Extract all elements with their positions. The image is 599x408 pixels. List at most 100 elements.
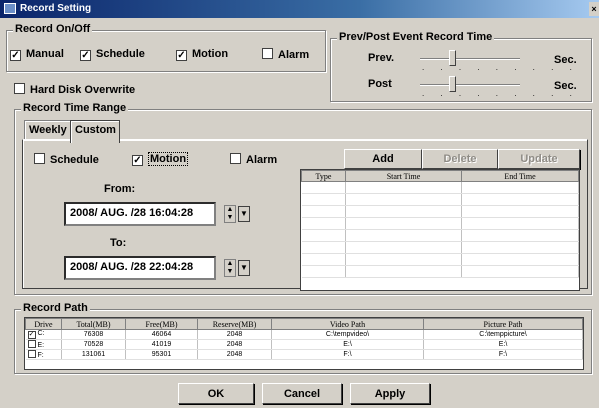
- record-time-range-legend: Record Time Range: [21, 102, 129, 114]
- time-range-table: Type Start Time End Time: [301, 170, 579, 278]
- prev-slider-track[interactable]: [420, 58, 520, 60]
- motion-checkbox[interactable]: ✓ Motion: [176, 48, 228, 61]
- ok-button[interactable]: OK: [178, 383, 254, 404]
- record-path-table: Drive Total(MB) Free(MB) Reserve(MB) Vid…: [25, 318, 583, 360]
- col-end-time[interactable]: End Time: [461, 170, 579, 182]
- cancel-button[interactable]: Cancel: [262, 383, 342, 404]
- col-reserve[interactable]: Reserve(MB): [197, 318, 272, 330]
- range-alarm-label: Alarm: [246, 154, 278, 166]
- drive-cell: F:: [37, 352, 44, 359]
- record-path-legend: Record Path: [21, 302, 90, 314]
- free-cell: 41019: [125, 339, 198, 350]
- range-motion-check-box[interactable]: ✓: [132, 155, 143, 166]
- table-row[interactable]: [301, 193, 579, 206]
- table-row[interactable]: [301, 205, 579, 218]
- range-alarm-checkbox[interactable]: Alarm: [230, 153, 277, 166]
- col-type[interactable]: Type: [301, 170, 346, 182]
- drive-c-check-box[interactable]: ✓: [27, 331, 36, 339]
- reserve-cell: 2048: [197, 329, 272, 340]
- total-cell: 70528: [61, 339, 126, 350]
- hard-disk-overwrite-label: Hard Disk Overwrite: [30, 84, 136, 96]
- to-spin-button[interactable]: ▲ ▼: [224, 259, 236, 277]
- free-cell: 95301: [125, 349, 198, 360]
- add-button[interactable]: Add: [344, 149, 422, 169]
- alarm-label: Alarm: [278, 49, 310, 61]
- col-start-time[interactable]: Start Time: [345, 170, 462, 182]
- apply-button[interactable]: Apply: [350, 383, 430, 404]
- table-row[interactable]: [301, 265, 579, 278]
- from-datetime-field[interactable]: 2008/ AUG. /28 16:04:28: [64, 202, 216, 226]
- range-schedule-label: Schedule: [50, 154, 99, 166]
- prev-unit: Sec.: [554, 54, 577, 66]
- col-free[interactable]: Free(MB): [125, 318, 198, 330]
- schedule-check-box[interactable]: ✓: [80, 50, 91, 61]
- table-row[interactable]: [301, 241, 579, 254]
- tab-custom[interactable]: Custom: [70, 120, 120, 143]
- picture-path-cell: F:\: [423, 349, 583, 360]
- from-dropdown-button[interactable]: ▼: [238, 206, 250, 222]
- reserve-cell: 2048: [197, 339, 272, 350]
- from-label: From:: [104, 183, 136, 195]
- drive-f-check-box[interactable]: [27, 350, 36, 358]
- time-range-header-row: Type Start Time End Time: [301, 170, 579, 182]
- table-row[interactable]: ✓ C: 76308 46064 2048 C:\tempvideo\ C:\te…: [25, 329, 583, 340]
- update-button[interactable]: Update: [498, 149, 580, 169]
- post-slider-track[interactable]: [420, 84, 520, 86]
- total-cell: 76308: [61, 329, 126, 340]
- motion-check-box[interactable]: ✓: [176, 50, 187, 61]
- free-cell: 46064: [125, 329, 198, 340]
- drive-e-check-box[interactable]: [27, 340, 36, 348]
- range-schedule-check-box[interactable]: [34, 153, 45, 164]
- table-row[interactable]: [301, 217, 579, 230]
- table-row[interactable]: [301, 181, 579, 194]
- range-motion-label: Motion: [148, 152, 189, 166]
- title-bar: Record Setting ×: [0, 0, 599, 18]
- col-drive[interactable]: Drive: [25, 318, 62, 330]
- picture-path-cell: C:\temppicture\: [423, 329, 583, 340]
- schedule-checkbox[interactable]: ✓ Schedule: [80, 48, 145, 61]
- to-label: To:: [110, 237, 127, 249]
- delete-button[interactable]: Delete: [422, 149, 498, 169]
- col-picture-path[interactable]: Picture Path: [423, 318, 583, 330]
- app-icon: [4, 3, 16, 14]
- hard-disk-overwrite-check-box[interactable]: [14, 83, 25, 94]
- prev-label: Prev.: [368, 52, 395, 64]
- drive-cell: E:: [37, 342, 45, 349]
- col-video-path[interactable]: Video Path: [271, 318, 424, 330]
- record-onoff-legend: Record On/Off: [13, 23, 93, 35]
- alarm-check-box[interactable]: [262, 48, 273, 59]
- picture-path-cell: E:\: [423, 339, 583, 350]
- to-datetime-field[interactable]: 2008/ AUG. /28 22:04:28: [64, 256, 216, 280]
- table-row[interactable]: E: 70528 41019 2048 E:\ E:\: [25, 339, 583, 350]
- prev-post-legend: Prev/Post Event Record Time: [337, 31, 495, 43]
- range-motion-checkbox[interactable]: ✓ Motion: [132, 152, 189, 166]
- motion-label: Motion: [192, 48, 229, 60]
- to-dropdown-button[interactable]: ▼: [238, 260, 250, 276]
- video-path-cell: C:\tempvideo\: [271, 329, 424, 340]
- col-total[interactable]: Total(MB): [61, 318, 126, 330]
- range-schedule-checkbox[interactable]: Schedule: [34, 153, 99, 166]
- post-label: Post: [368, 78, 392, 90]
- reserve-cell: 2048: [197, 349, 272, 360]
- video-path-cell: F:\: [271, 349, 424, 360]
- schedule-label: Schedule: [96, 48, 145, 60]
- tab-weekly[interactable]: Weekly: [24, 120, 72, 140]
- close-icon[interactable]: ×: [589, 2, 599, 16]
- manual-checkbox[interactable]: ✓ Manual: [10, 48, 64, 61]
- range-alarm-check-box[interactable]: [230, 153, 241, 164]
- manual-check-box[interactable]: ✓: [10, 50, 21, 61]
- drive-cell: C:: [37, 330, 45, 337]
- table-row[interactable]: F: 131061 95301 2048 F:\ F:\: [25, 349, 583, 360]
- total-cell: 131061: [61, 349, 126, 360]
- video-path-cell: E:\: [271, 339, 424, 350]
- record-path-header-row: Drive Total(MB) Free(MB) Reserve(MB) Vid…: [25, 318, 583, 330]
- time-range-list[interactable]: Type Start Time End Time: [300, 169, 580, 291]
- manual-label: Manual: [26, 48, 64, 60]
- hard-disk-overwrite-checkbox[interactable]: Hard Disk Overwrite: [14, 83, 135, 96]
- post-unit: Sec.: [554, 80, 577, 92]
- from-spin-button[interactable]: ▲ ▼: [224, 205, 236, 223]
- table-row[interactable]: [301, 229, 579, 242]
- record-path-list[interactable]: Drive Total(MB) Free(MB) Reserve(MB) Vid…: [24, 317, 584, 370]
- alarm-checkbox[interactable]: Alarm: [262, 48, 309, 61]
- table-row[interactable]: [301, 253, 579, 266]
